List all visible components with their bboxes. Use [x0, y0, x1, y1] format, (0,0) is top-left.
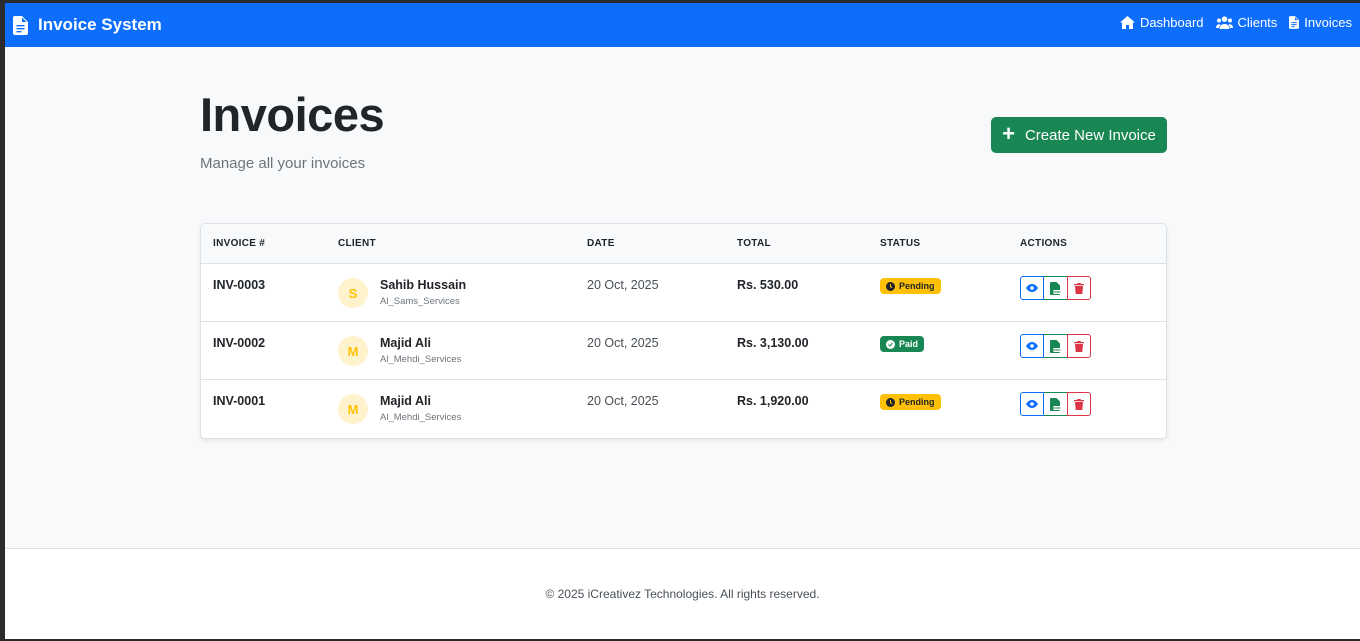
column-header-invoice: INVOICE #: [213, 238, 266, 249]
status-label: Paid: [899, 339, 919, 349]
clock-icon: [886, 397, 895, 407]
pdf-file-icon: [1050, 397, 1061, 411]
column-header-actions: ACTIONS: [1020, 238, 1068, 249]
row-actions: [1020, 392, 1091, 416]
download-pdf-button[interactable]: [1044, 392, 1068, 416]
client-company: Al_Mehdi_Services: [380, 354, 462, 365]
footer-copyright: © 2025 iCreativez Technologies. All righ…: [545, 587, 820, 601]
page-subtitle: Manage all your invoices: [200, 155, 366, 172]
home-icon: [1119, 16, 1135, 29]
trash-icon: [1074, 282, 1084, 294]
column-header-status: STATUS: [880, 238, 921, 249]
delete-button[interactable]: [1067, 276, 1091, 300]
table-row: INV-0002 M Majid Ali Al_Mehdi_Services 2…: [201, 322, 1166, 380]
row-actions: [1020, 276, 1091, 300]
view-button[interactable]: [1020, 276, 1044, 300]
page-title: Invoices: [200, 88, 385, 141]
invoice-number: INV-0003: [213, 278, 266, 292]
table-row: INV-0003 S Sahib Hussain Al_Sams_Service…: [201, 264, 1166, 322]
invoice-number: INV-0002: [213, 336, 266, 350]
client-name: Majid Ali: [380, 394, 431, 408]
status-label: Pending: [899, 397, 935, 407]
trash-icon: [1074, 340, 1084, 352]
table-header: INVOICE # CLIENT DATE TOTAL STATUS ACTIO…: [201, 224, 1166, 264]
download-pdf-button[interactable]: [1044, 334, 1068, 358]
avatar: S: [338, 278, 368, 308]
brand[interactable]: Invoice System: [13, 12, 162, 38]
plus-icon: +: [1002, 121, 1015, 146]
download-pdf-button[interactable]: [1044, 276, 1068, 300]
view-button[interactable]: [1020, 334, 1044, 358]
clock-icon: [886, 281, 895, 291]
pdf-file-icon: [1050, 281, 1061, 295]
column-header-client: CLIENT: [338, 238, 376, 249]
nav-link-dashboard[interactable]: Dashboard: [1119, 15, 1204, 30]
invoice-date: 20 Oct, 2025: [587, 336, 659, 350]
trash-icon: [1074, 398, 1084, 410]
column-header-total: TOTAL: [737, 238, 771, 249]
client-company: Al_Mehdi_Services: [380, 412, 462, 423]
top-navbar: Invoice System Dashboard Clients Invoice…: [5, 3, 1360, 47]
invoice-file-icon: [13, 15, 28, 35]
status-badge: Pending: [880, 394, 941, 410]
client-company: Al_Sams_Services: [380, 296, 460, 307]
nav-link-label: Invoices: [1304, 15, 1352, 30]
client-name: Majid Ali: [380, 336, 431, 350]
nav-link-invoices[interactable]: Invoices: [1289, 15, 1352, 30]
users-icon: [1215, 16, 1233, 29]
check-circle-icon: [886, 339, 895, 349]
invoice-date: 20 Oct, 2025: [587, 394, 659, 408]
app-window: Invoice System Dashboard Clients Invoice…: [5, 3, 1360, 639]
eye-icon: [1026, 284, 1038, 292]
status-label: Pending: [899, 281, 935, 291]
delete-button[interactable]: [1067, 334, 1091, 358]
footer: © 2025 iCreativez Technologies. All righ…: [5, 548, 1360, 639]
invoice-total: Rs. 3,130.00: [737, 336, 809, 350]
avatar: M: [338, 394, 368, 424]
view-button[interactable]: [1020, 392, 1044, 416]
client-name: Sahib Hussain: [380, 278, 467, 292]
brand-title: Invoice System: [38, 15, 162, 34]
column-header-date: DATE: [587, 238, 615, 249]
invoices-table: INVOICE # CLIENT DATE TOTAL STATUS ACTIO…: [200, 223, 1167, 439]
create-invoice-label: Create New Invoice: [1024, 126, 1156, 144]
eye-icon: [1026, 342, 1038, 350]
nav-link-label: Dashboard: [1139, 15, 1204, 30]
delete-button[interactable]: [1067, 392, 1091, 416]
nav-link-label: Clients: [1237, 15, 1278, 30]
invoice-number: INV-0001: [213, 394, 266, 408]
status-badge: Pending: [880, 278, 941, 294]
create-invoice-button[interactable]: + Create New Invoice: [991, 117, 1167, 153]
pdf-file-icon: [1050, 339, 1061, 353]
nav-links: Dashboard Clients Invoices: [1119, 15, 1352, 30]
status-badge: Paid: [880, 336, 925, 352]
invoice-total: Rs. 530.00: [737, 278, 799, 292]
invoice-file-icon: [1289, 16, 1300, 29]
table-row: INV-0001 M Majid Ali Al_Mehdi_Services 2…: [201, 380, 1166, 438]
invoice-total: Rs. 1,920.00: [737, 394, 809, 408]
invoice-date: 20 Oct, 2025: [587, 278, 659, 292]
row-actions: [1020, 334, 1091, 358]
eye-icon: [1026, 400, 1038, 408]
avatar: M: [338, 336, 368, 366]
nav-link-clients[interactable]: Clients: [1215, 15, 1278, 30]
